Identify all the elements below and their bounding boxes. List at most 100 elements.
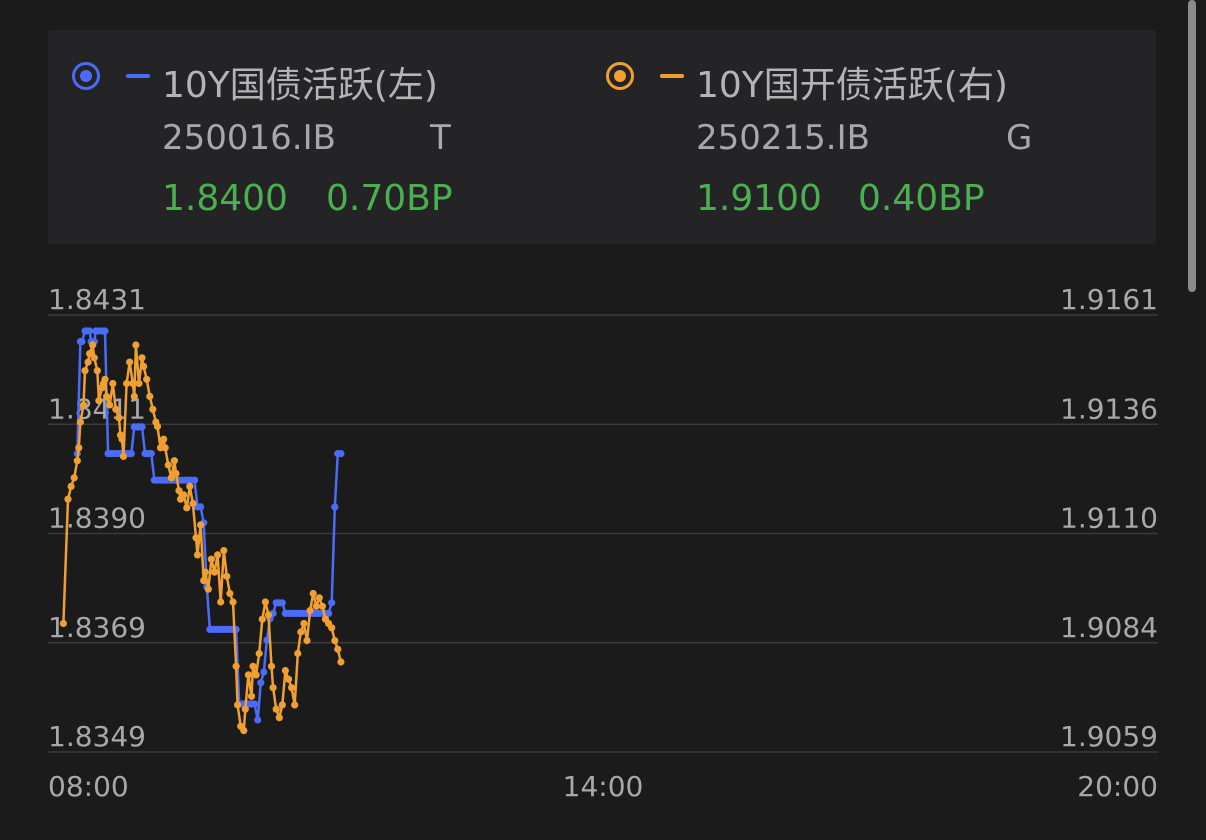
data-point bbox=[234, 701, 242, 709]
data-point bbox=[297, 628, 305, 636]
legend-panel: 10Y国债活跃(左) 250016.IB T 1.8400 0.70BP 10Y… bbox=[48, 30, 1156, 244]
data-point bbox=[143, 375, 151, 383]
scrollbar[interactable] bbox=[1188, 0, 1196, 292]
data-point bbox=[90, 354, 98, 362]
data-point bbox=[112, 405, 120, 413]
right-axis-ticks: 1.9161 1.9136 1.9110 1.9084 1.9059 bbox=[1060, 283, 1158, 753]
data-point bbox=[255, 649, 263, 658]
data-point bbox=[269, 684, 277, 692]
data-point bbox=[207, 555, 215, 563]
left-axis-ticks: 1.84311.84111.83901.83691.8349 bbox=[48, 283, 146, 753]
data-point bbox=[328, 624, 336, 632]
data-point bbox=[146, 392, 154, 400]
data-point bbox=[291, 701, 299, 709]
right-y-tick-label: 1.9110 bbox=[1060, 502, 1158, 535]
data-point bbox=[129, 379, 137, 388]
data-point bbox=[267, 662, 276, 670]
data-point bbox=[59, 619, 67, 628]
data-point bbox=[170, 457, 178, 465]
data-point bbox=[193, 551, 202, 559]
data-point bbox=[258, 615, 266, 623]
data-point bbox=[260, 668, 268, 676]
data-point bbox=[89, 341, 97, 349]
data-point bbox=[278, 701, 286, 709]
data-point bbox=[64, 495, 72, 503]
series-tag: T bbox=[430, 118, 451, 158]
right-y-tick-label: 1.9084 bbox=[1060, 611, 1158, 644]
data-point bbox=[81, 367, 89, 375]
data-point bbox=[86, 327, 94, 335]
x-tick-label: 14:00 bbox=[563, 770, 644, 803]
data-point bbox=[172, 469, 180, 478]
left-y-tick-label: 1.8390 bbox=[48, 502, 146, 535]
series-code: 250215.IB bbox=[696, 118, 870, 158]
data-point bbox=[220, 547, 228, 555]
data-point bbox=[257, 679, 265, 687]
data-point bbox=[109, 379, 117, 388]
series-value: 1.9100 bbox=[696, 178, 822, 219]
data-point bbox=[252, 671, 260, 679]
data-point bbox=[161, 444, 169, 452]
data-point bbox=[160, 435, 168, 443]
data-point bbox=[281, 667, 289, 675]
data-point bbox=[306, 607, 314, 615]
right-y-tick-label: 1.9059 bbox=[1060, 720, 1158, 753]
right-y-tick-label: 1.9136 bbox=[1060, 392, 1158, 425]
data-point bbox=[240, 727, 248, 735]
left-y-tick-label: 1.8349 bbox=[48, 720, 146, 753]
data-point bbox=[337, 450, 345, 458]
data-point bbox=[261, 598, 269, 606]
data-point bbox=[67, 482, 75, 490]
data-point bbox=[119, 452, 128, 460]
data-point bbox=[217, 598, 225, 606]
data-point bbox=[135, 379, 143, 388]
data-point bbox=[284, 675, 293, 683]
data-point bbox=[278, 599, 286, 607]
data-point bbox=[328, 599, 336, 607]
data-point bbox=[95, 397, 103, 405]
data-point bbox=[101, 327, 109, 335]
radio-selected-icon[interactable] bbox=[606, 62, 634, 90]
data-point bbox=[232, 662, 240, 670]
left-y-tick-label: 1.8431 bbox=[48, 283, 146, 316]
data-point bbox=[264, 611, 273, 619]
legend-series-policy-bank[interactable]: 10Y国开债活跃(右) 250215.IB G 1.9100 0.40BP bbox=[582, 30, 1122, 244]
data-point bbox=[229, 598, 237, 606]
data-point bbox=[147, 450, 155, 458]
series-value: 1.8400 bbox=[162, 178, 288, 219]
data-point bbox=[130, 392, 138, 400]
data-point bbox=[254, 716, 262, 724]
x-tick-label: 20:00 bbox=[1077, 770, 1158, 803]
legend-series-treasury[interactable]: 10Y国债活跃(左) 250016.IB T 1.8400 0.70BP bbox=[48, 30, 588, 244]
data-point bbox=[200, 577, 208, 585]
radio-selected-icon[interactable] bbox=[72, 62, 100, 90]
data-point bbox=[132, 341, 140, 349]
data-point bbox=[334, 645, 342, 653]
data-point bbox=[76, 418, 84, 426]
data-point bbox=[84, 358, 92, 366]
data-point bbox=[75, 444, 83, 452]
data-point bbox=[190, 476, 199, 484]
data-point bbox=[251, 700, 259, 708]
series-line-icon bbox=[660, 74, 684, 78]
series-name: 10Y国债活跃(左) bbox=[162, 65, 438, 106]
data-point bbox=[140, 362, 148, 370]
data-point bbox=[138, 423, 146, 431]
yield-line-chart: 1.84311.84111.83901.83691.8349 1.91611.9… bbox=[48, 283, 1158, 803]
data-point bbox=[226, 589, 234, 598]
data-point bbox=[183, 504, 191, 512]
x-axis-ticks: 08:00 14:00 20:00 bbox=[48, 770, 1158, 803]
data-point bbox=[247, 692, 256, 700]
data-point bbox=[294, 649, 302, 658]
data-point bbox=[138, 354, 146, 362]
data-point bbox=[101, 375, 109, 383]
data-point bbox=[192, 534, 200, 542]
data-point bbox=[123, 379, 131, 388]
data-point bbox=[249, 662, 257, 670]
data-point bbox=[118, 435, 126, 443]
data-point bbox=[93, 367, 101, 375]
data-point bbox=[318, 602, 326, 610]
data-point bbox=[288, 684, 296, 692]
data-point bbox=[73, 457, 81, 465]
series-tag: G bbox=[1006, 118, 1033, 158]
